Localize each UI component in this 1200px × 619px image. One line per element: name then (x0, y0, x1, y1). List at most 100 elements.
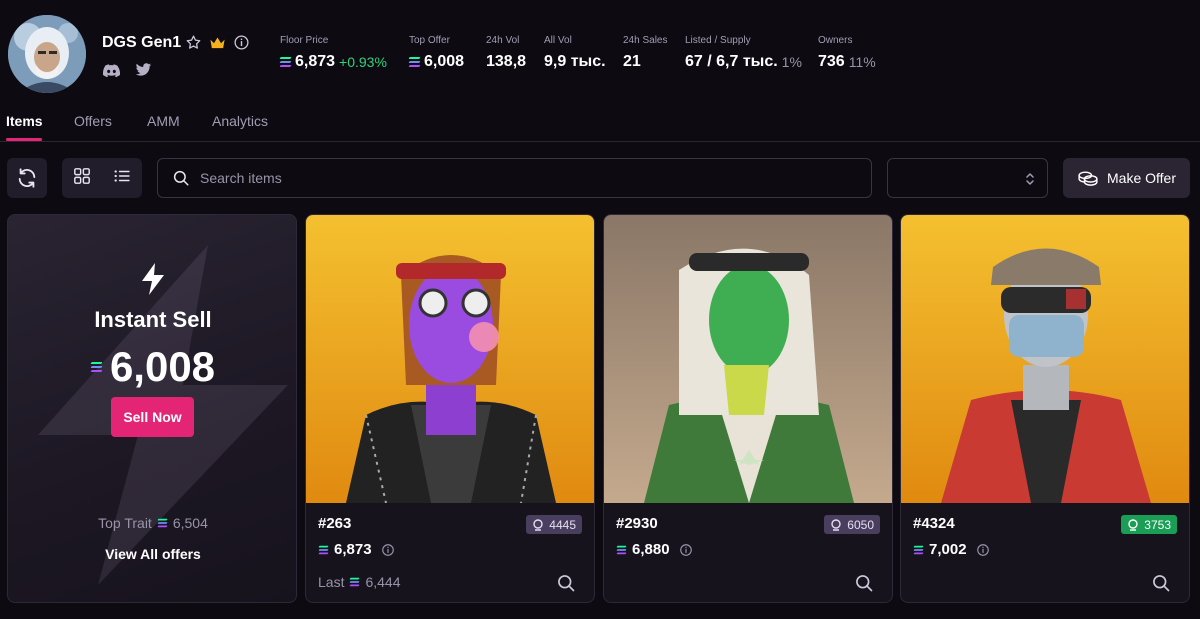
top-trait-value: 6,504 (172, 515, 208, 531)
sell-now-button[interactable]: Sell Now (111, 397, 194, 437)
nft-image (306, 215, 594, 503)
info-icon[interactable] (381, 543, 395, 557)
list-view-button[interactable] (113, 167, 131, 190)
all-vol-value: 9,9 тыс. (544, 53, 606, 70)
stat-listed-supply: Listed / Supply 67 / 6,7 тыс. 1% (685, 35, 802, 71)
collection-header: DGS Gen1 Floor Price 6,873 +0.93% Top Off… (0, 0, 1200, 100)
nft-price: 6,873 (318, 541, 395, 558)
top-trait-label: Top Trait (98, 515, 152, 531)
stat-top-offer: Top Offer 6,008 (408, 35, 465, 71)
instant-sell-price: 6,008 (8, 343, 296, 391)
search-box (157, 158, 872, 198)
instant-sell-value: 6,008 (109, 343, 216, 390)
rarity-icon (831, 518, 841, 531)
stat-24h-vol: 24h Vol 138,8 (486, 35, 526, 71)
nft-image (901, 215, 1189, 503)
grid-view-button[interactable] (73, 167, 91, 190)
collection-avatar (8, 15, 86, 93)
stat-24h-sales: 24h Sales 21 (623, 35, 667, 71)
listed-supply-value: 67 / 6,7 тыс. (685, 53, 778, 70)
rarity-rank: 6050 (847, 517, 874, 532)
stat-label: All Vol (544, 35, 572, 46)
nft-card[interactable]: #2930 6050 6,880 (603, 214, 893, 603)
rarity-rank: 3753 (1144, 517, 1171, 532)
owners-pct: 11% (848, 54, 876, 70)
crown-icon (208, 33, 226, 51)
rarity-badge: 3753 (1121, 515, 1177, 534)
view-toggle (62, 158, 142, 198)
top-trait: Top Trait 6,504 (8, 515, 296, 531)
discord-icon[interactable] (102, 61, 120, 79)
chevron-updown-icon (1026, 173, 1034, 185)
sol-icon (157, 518, 168, 528)
last-sale-value: 6,444 (365, 574, 401, 590)
sol-icon (90, 362, 103, 372)
sol-icon (349, 577, 361, 587)
sort-select[interactable] (887, 158, 1048, 198)
info-icon[interactable] (976, 543, 990, 557)
stat-label: 24h Vol (486, 35, 520, 46)
zoom-icon[interactable] (854, 573, 874, 593)
floor-price-change: +0.93% (339, 54, 387, 70)
active-tab-indicator (6, 138, 42, 141)
stat-label: Top Offer (409, 35, 450, 46)
bolt-icon (142, 263, 164, 295)
nft-image (604, 215, 892, 503)
top-offer-value: 6,008 (424, 53, 465, 70)
make-offer-button[interactable]: Make Offer (1063, 158, 1190, 198)
stat-label: 24h Sales (623, 35, 668, 46)
tab-analytics[interactable]: Analytics (212, 113, 268, 129)
zoom-icon[interactable] (1151, 573, 1171, 593)
view-all-offers-link[interactable]: View All offers (8, 546, 296, 562)
stat-label: Listed / Supply (685, 35, 751, 46)
24h-sales-value: 21 (623, 53, 641, 70)
nft-price-value: 7,002 (929, 541, 967, 558)
nft-card[interactable]: #4324 3753 7,002 (900, 214, 1190, 603)
collection-name: DGS Gen1 (102, 34, 182, 51)
list-view-icon (114, 169, 130, 182)
instant-sell-card: Instant Sell 6,008 Sell Now Top Trait 6,… (7, 214, 297, 603)
24h-vol-value: 138,8 (486, 53, 527, 70)
instant-sell-title: Instant Sell (94, 307, 212, 332)
twitter-icon[interactable] (134, 61, 152, 79)
nft-card[interactable]: #263 4445 6,873 Last 6,444 (305, 214, 595, 603)
rarity-badge: 6050 (824, 515, 880, 534)
refresh-icon (18, 168, 36, 188)
nft-price: 7,002 (913, 541, 990, 558)
stat-label: Floor Price (280, 35, 329, 46)
tab-amm[interactable]: AMM (147, 113, 180, 129)
sol-icon (318, 545, 329, 554)
listed-pct: 1% (781, 54, 802, 70)
make-offer-label: Make Offer (1107, 170, 1176, 186)
stat-all-vol: All Vol 9,9 тыс. (544, 35, 606, 71)
rarity-icon (1128, 518, 1138, 531)
info-icon[interactable] (232, 33, 250, 51)
nft-name: #263 (318, 515, 352, 532)
rarity-badge: 4445 (526, 515, 582, 534)
owners-value: 736 (818, 53, 845, 70)
grid-view-icon (74, 167, 90, 184)
search-icon (173, 170, 189, 186)
last-sale: Last 6,444 (318, 574, 401, 590)
stat-floor-price: Floor Price 6,873 +0.93% (279, 35, 387, 71)
stat-owners: Owners 736 11% (818, 35, 876, 71)
last-sale-label: Last (318, 574, 345, 590)
star-icon[interactable] (184, 33, 202, 51)
floor-price-value: 6,873 (295, 53, 336, 70)
rarity-rank: 4445 (549, 517, 576, 532)
nft-name: #2930 (616, 515, 658, 532)
tab-items[interactable]: Items (6, 113, 43, 129)
info-icon[interactable] (679, 543, 693, 557)
sol-icon (279, 57, 292, 67)
refresh-button[interactable] (7, 158, 47, 198)
nft-price: 6,880 (616, 541, 693, 558)
sol-icon (913, 545, 924, 554)
stat-label: Owners (818, 35, 853, 46)
nft-price-value: 6,873 (334, 541, 372, 558)
sol-icon (408, 57, 421, 67)
tab-offers[interactable]: Offers (74, 113, 112, 129)
coins-icon (1078, 171, 1098, 186)
search-input[interactable] (200, 170, 850, 186)
tab-bar: Items Offers AMM Analytics (0, 108, 1200, 142)
zoom-icon[interactable] (556, 573, 576, 593)
